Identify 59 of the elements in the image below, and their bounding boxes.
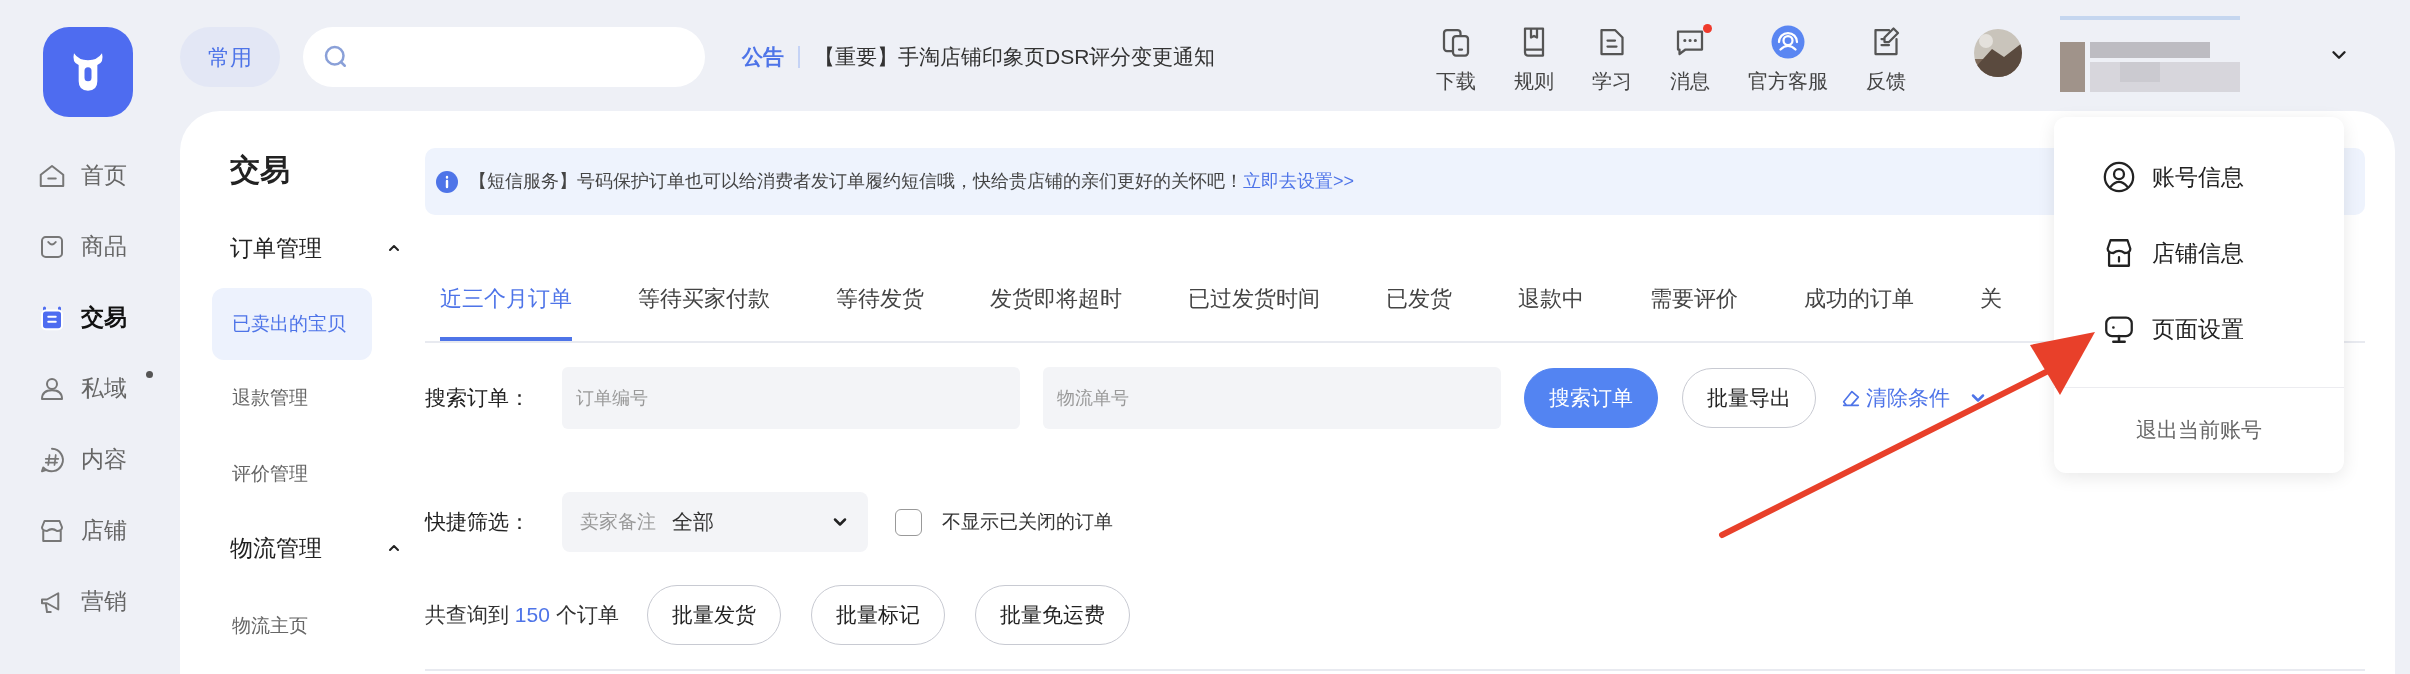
menu-item[interactable]: 页面设置 bbox=[2054, 291, 2344, 367]
headset-icon bbox=[1770, 24, 1806, 60]
toolbar-button[interactable]: 学习 bbox=[1592, 24, 1632, 96]
field-label: 快捷筛选： bbox=[425, 509, 531, 536]
bulk-action-button[interactable]: 批量免运费 bbox=[974, 585, 1130, 645]
export-button[interactable]: 批量导出 bbox=[1682, 368, 1816, 428]
field-label: 搜索订单： bbox=[425, 385, 531, 412]
clear-filters-link[interactable]: 清除条件 bbox=[1840, 382, 1950, 414]
sidebar-item[interactable]: 商品 bbox=[0, 211, 180, 282]
checkbox[interactable] bbox=[895, 508, 922, 536]
user-icon bbox=[2102, 160, 2136, 194]
logout-item[interactable]: 退出当前账号 bbox=[2054, 414, 2344, 446]
section-title: 交易 bbox=[230, 152, 291, 188]
input-field[interactable]: 订单编号 bbox=[562, 367, 1020, 429]
info-icon bbox=[435, 169, 459, 194]
sidebar-item[interactable]: 首页 bbox=[0, 140, 180, 211]
menu-item[interactable]: 账号信息 bbox=[2054, 139, 2344, 215]
logo[interactable] bbox=[43, 27, 133, 117]
select-label: 卖家备注 bbox=[580, 509, 656, 534]
tab[interactable]: 发货即将超时 bbox=[990, 282, 1122, 341]
tab[interactable]: 关 bbox=[1980, 282, 2002, 341]
sidebar-item[interactable]: 营销 bbox=[0, 566, 180, 637]
tab[interactable]: 需要评价 bbox=[1650, 282, 1738, 341]
sidebar-item[interactable]: 私域 bbox=[0, 353, 180, 424]
toolbar-button[interactable]: 官方客服 bbox=[1748, 24, 1828, 96]
banner-link[interactable]: 立即去设置>> bbox=[1243, 171, 1355, 191]
dropdown-select[interactable]: 卖家备注 全部 bbox=[562, 492, 868, 552]
toolbar-button[interactable]: 下载 bbox=[1436, 24, 1476, 96]
tab[interactable]: 退款中 bbox=[1518, 282, 1584, 341]
sidebar-item[interactable]: 内容 bbox=[0, 424, 180, 495]
avatar[interactable] bbox=[1974, 29, 2022, 77]
submenu-item[interactable]: 已卖出的宝贝 bbox=[212, 288, 372, 360]
toolbar-button[interactable]: 规则 bbox=[1514, 24, 1554, 96]
bulk-action-button[interactable]: 批量标记 bbox=[810, 585, 945, 645]
notice-label: 公告 bbox=[742, 44, 784, 70]
sidebar-item[interactable]: 店铺 bbox=[0, 495, 180, 566]
menu-group-header[interactable]: 物流管理 bbox=[212, 522, 402, 574]
menu-group-header[interactable]: 订单管理 bbox=[212, 222, 402, 274]
tab[interactable]: 等待买家付款 bbox=[638, 282, 770, 341]
select-value: 全部 bbox=[672, 509, 714, 536]
toolbar-button[interactable]: 消息 bbox=[1670, 24, 1710, 96]
banner-text: 【短信服务】号码保护订单也可以给消费者发订单履约短信哦，快给贵店铺的亲们更好的关怀吧！立即去设置>> bbox=[469, 170, 1355, 193]
submenu-item[interactable]: 退款管理 bbox=[212, 360, 372, 436]
bulk-action-button[interactable]: 批量发货 bbox=[646, 585, 781, 645]
menu-item[interactable]: 店铺信息 bbox=[2054, 215, 2344, 291]
checkbox-label: 不显示已关闭的订单 bbox=[942, 509, 1113, 534]
notice-link[interactable]: 【重要】手淘店铺印象页DSR评分变更通知 bbox=[814, 27, 1216, 87]
tab[interactable]: 近三个月订单 bbox=[440, 282, 572, 341]
submenu-item[interactable]: 评价管理 bbox=[212, 436, 372, 512]
submenu-item[interactable]: 物流主页 bbox=[212, 588, 372, 664]
sidebar-item[interactable]: 交易 bbox=[0, 282, 180, 353]
toolbar-button[interactable]: 反馈 bbox=[1866, 24, 1906, 96]
tab[interactable]: 等待发货 bbox=[836, 282, 924, 341]
tab[interactable]: 已发货 bbox=[1386, 282, 1452, 341]
input-field[interactable]: 物流单号 bbox=[1043, 367, 1501, 429]
result-count: 共查询到 150 个订单 bbox=[425, 602, 619, 629]
tab[interactable]: 成功的订单 bbox=[1804, 282, 1914, 341]
tab[interactable]: 已过发货时间 bbox=[1188, 282, 1320, 341]
search-button[interactable]: 搜索订单 bbox=[1524, 368, 1658, 428]
